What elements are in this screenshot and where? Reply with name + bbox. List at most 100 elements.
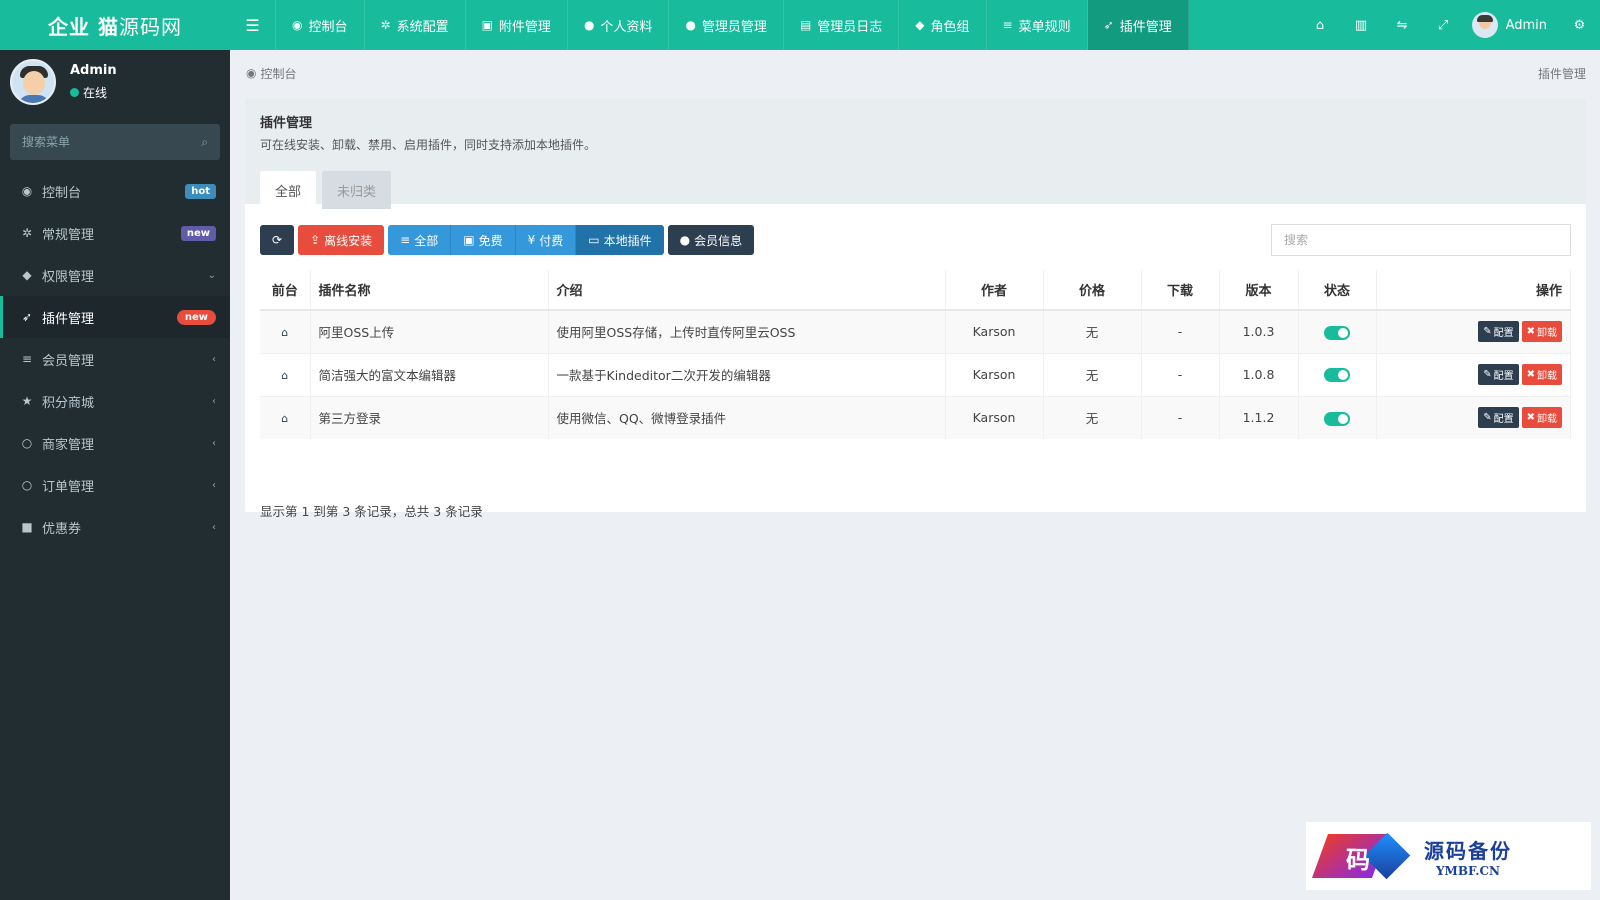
member-info-button[interactable]: ● 会员信息: [667, 225, 755, 255]
close-icon: ✖: [1526, 369, 1535, 380]
addon-price: 无: [1043, 395, 1142, 439]
gear-icon: ✲: [380, 18, 391, 32]
category-tabs: 全部 未归类: [260, 171, 1571, 209]
topnav-attachment[interactable]: ▣ 附件管理: [466, 0, 568, 50]
config-button[interactable]: ✎ 配置: [1478, 364, 1519, 385]
col-version[interactable]: 版本: [1219, 270, 1299, 311]
sidebar-item-label: 商家管理: [42, 437, 95, 453]
topnav-role-group[interactable]: ◆ 角色组: [899, 0, 987, 50]
translate-icon[interactable]: ⇋: [1382, 0, 1423, 50]
filter-free-button[interactable]: ▣ 免费: [451, 225, 516, 255]
table-search-input[interactable]: [1271, 224, 1571, 256]
chevron-left-icon: ‹: [212, 395, 216, 407]
home-icon[interactable]: ⌂: [281, 412, 288, 425]
addon-author[interactable]: Karson: [945, 352, 1044, 396]
fullscreen-icon[interactable]: ⤢: [1423, 0, 1464, 50]
button-label: 卸载: [1537, 414, 1557, 426]
circle-icon: ○: [21, 436, 33, 450]
col-name[interactable]: 插件名称: [310, 270, 549, 311]
dashboard-icon: ◉: [246, 66, 257, 80]
topnav-label: 控制台: [308, 19, 348, 35]
topnav-admin-log[interactable]: ▤ 管理员日志: [784, 0, 900, 50]
topnav-system-config[interactable]: ✲ 系统配置: [365, 0, 466, 50]
sidebar: Admin 在线 ⌕ ◉ 控制台 hot ✲ 常规管理 new ◆ 权限管理 ⌄ ➶ 插件管理…: [0, 50, 230, 900]
topnav-dashboard[interactable]: ◉ 控制台: [276, 0, 365, 50]
tab-uncategorized[interactable]: 未归类: [322, 171, 392, 209]
button-label: 全部: [414, 233, 439, 248]
sidebar-item-order[interactable]: ○ 订单管理 ‹: [0, 464, 230, 506]
sidebar-toggle-icon[interactable]: ☰: [230, 0, 276, 50]
breadcrumb-home[interactable]: 控制台: [260, 65, 296, 82]
sidebar-item-member[interactable]: ≡ 会员管理 ‹: [0, 338, 230, 380]
home-icon[interactable]: ⌂: [281, 326, 288, 339]
topnav-menu-rule[interactable]: ≡ 菜单规则: [987, 0, 1088, 50]
topnav-admin[interactable]: ● 管理员管理: [669, 0, 784, 50]
sidebar-item-dashboard[interactable]: ◉ 控制台 hot: [0, 170, 230, 212]
uninstall-button[interactable]: ✖ 卸载: [1521, 407, 1562, 429]
sidebar-item-points-mall[interactable]: ★ 积分商城 ‹: [0, 380, 230, 422]
status-toggle[interactable]: [1324, 325, 1350, 340]
topnav-addon[interactable]: ➶ 插件管理: [1087, 0, 1189, 50]
sidebar-item-auth[interactable]: ◆ 权限管理 ⌄: [0, 254, 230, 296]
sidebar-item-label: 控制台: [42, 185, 82, 201]
pencil-icon: ✎: [1483, 412, 1492, 424]
col-status[interactable]: 状态: [1298, 270, 1377, 311]
sidebar-item-general[interactable]: ✲ 常规管理 new: [0, 212, 230, 254]
trash-icon[interactable]: ▥: [1341, 0, 1382, 50]
col-author[interactable]: 作者: [945, 270, 1044, 311]
uninstall-button[interactable]: ✖ 卸载: [1521, 321, 1562, 343]
status-toggle[interactable]: [1324, 411, 1350, 426]
col-intro[interactable]: 介绍: [548, 270, 946, 311]
addon-intro: 使用微信、QQ、微博登录插件: [548, 395, 946, 439]
breadcrumb: ◉ 控制台 插件管理: [230, 50, 1600, 96]
group-icon: ◆: [22, 268, 32, 282]
addon-name: 第三方登录: [310, 395, 549, 439]
topnav-profile[interactable]: ● 个人资料: [568, 0, 670, 50]
offline-install-button[interactable]: ⇪ 离线安装: [298, 225, 385, 255]
refresh-button[interactable]: ⟳: [260, 225, 295, 255]
user-menu[interactable]: Admin: [1464, 0, 1559, 50]
config-button[interactable]: ✎ 配置: [1478, 321, 1519, 343]
bookmark-icon: ■: [21, 520, 33, 534]
settings-icon[interactable]: ⚙: [1559, 0, 1600, 50]
sidebar-item-addon[interactable]: ➶ 插件管理 new: [0, 296, 230, 338]
brand-logo[interactable]: 企业 猫源码网: [0, 0, 230, 50]
col-actions: 操作: [1376, 270, 1571, 311]
table-row: ⌂ 简洁强大的富文本编辑器 一款基于Kindeditor二次开发的编辑器 Kar…: [260, 352, 1571, 396]
button-label: 本地插件: [603, 233, 652, 248]
addon-downloads: -: [1141, 352, 1220, 396]
button-label: 卸载: [1537, 371, 1557, 382]
sidebar-item-label: 常规管理: [42, 227, 95, 243]
filter-paid-button[interactable]: ¥ 付费: [515, 225, 577, 255]
status-toggle[interactable]: [1324, 368, 1350, 383]
watermark-glyph: 码: [1346, 845, 1370, 874]
config-button[interactable]: ✎ 配置: [1478, 407, 1519, 429]
addon-author[interactable]: Karson: [945, 309, 1044, 353]
bars-icon: ≡: [1002, 18, 1013, 32]
button-label: 免费: [478, 233, 503, 248]
button-label: 离线安装: [324, 233, 373, 248]
home-icon[interactable]: ⌂: [281, 369, 288, 382]
col-price[interactable]: 价格: [1043, 270, 1142, 311]
search-icon[interactable]: ⌕: [201, 135, 208, 150]
top-navbar: ☰ ◉ 控制台 ✲ 系统配置 ▣ 附件管理 ● 个人资料 ● 管理员管理 ▤ 管理员日志 ◆…: [230, 0, 1600, 50]
rocket-icon: ➶: [21, 310, 33, 324]
home-icon[interactable]: ⌂: [1300, 0, 1341, 50]
addon-panel: 插件管理 可在线安装、卸载、禁用、启用插件，同时支持添加本地插件。 全部 未归类…: [245, 98, 1586, 519]
tab-all[interactable]: 全部: [260, 171, 317, 209]
filter-all-button[interactable]: ≡ 全部: [388, 225, 452, 255]
sidebar-item-coupon[interactable]: ■ 优惠券 ‹: [0, 506, 230, 548]
local-addons-button[interactable]: ▭ 本地插件: [576, 225, 664, 255]
sidebar-item-merchant[interactable]: ○ 商家管理 ‹: [0, 422, 230, 464]
addon-author[interactable]: Karson: [945, 395, 1044, 439]
sidebar-menu: ◉ 控制台 hot ✲ 常规管理 new ◆ 权限管理 ⌄ ➶ 插件管理 new ≡ 会员管理 ‹ …: [0, 170, 230, 548]
avatar: [1471, 12, 1498, 38]
star-icon: ★: [21, 394, 33, 408]
col-downloads[interactable]: 下载: [1141, 270, 1220, 311]
addon-price: 无: [1043, 309, 1142, 353]
uninstall-button[interactable]: ✖ 卸载: [1521, 364, 1562, 385]
close-icon: ✖: [1526, 326, 1535, 338]
sidebar-search-input[interactable]: [22, 135, 172, 149]
col-frontend[interactable]: 前台: [260, 270, 311, 311]
addon-table: 前台 插件名称 介绍 作者 价格 下载 版本 状态 操作 ⌂ 阿里OSS上传 使…: [260, 270, 1571, 439]
